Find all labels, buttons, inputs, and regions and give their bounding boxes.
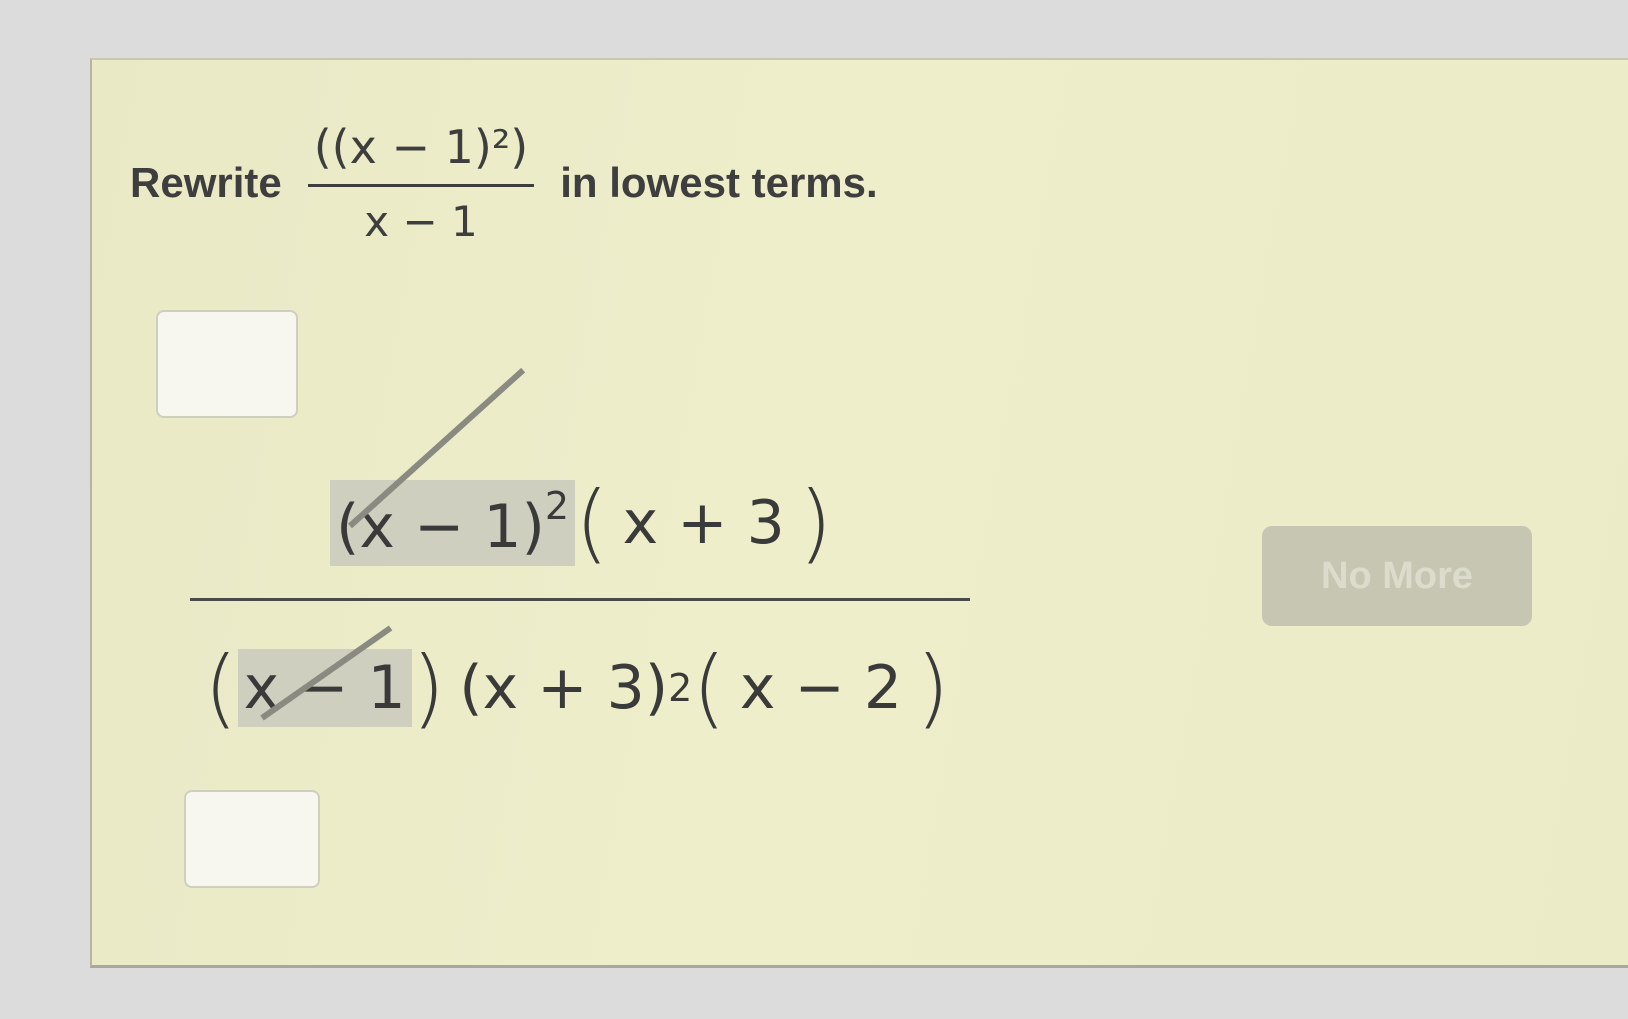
no-more-button[interactable]: No More xyxy=(1262,526,1532,626)
factored-denominator: ( x − 1 ) (x + 3) 2 ( x − 2 ) xyxy=(204,625,950,738)
prompt-prefix: Rewrite xyxy=(130,159,282,206)
close-paren: ) xyxy=(916,638,950,738)
given-denominator: x − 1 xyxy=(364,197,478,246)
denominator-factor-2: (x + 3) xyxy=(459,653,669,723)
question-prompt: Rewrite ((x − 1)²) x − 1 in lowest terms… xyxy=(130,88,878,278)
answer-input-top[interactable] xyxy=(156,310,298,418)
exponent: 2 xyxy=(668,666,693,710)
close-paren: ) xyxy=(798,473,833,573)
fraction-bar xyxy=(190,598,970,601)
exponent: 2 xyxy=(544,484,570,528)
factored-numerator: (x − 1)2 ( x + 3 ) xyxy=(330,367,833,573)
given-fraction: ((x − 1)²) x − 1 xyxy=(307,120,535,246)
open-paren: ( xyxy=(204,638,238,738)
open-paren: ( xyxy=(692,638,726,738)
denominator-factor-3: x − 2 xyxy=(739,653,903,723)
numerator-factor-2: x + 3 xyxy=(622,488,785,558)
close-paren: ) xyxy=(411,638,446,738)
factored-fraction: (x − 1)2 ( x + 3 ) ( x − 1 ) (x + 3) 2 ( … xyxy=(190,367,970,770)
cancelled-factor-denominator[interactable]: x − 1 xyxy=(237,625,412,727)
answer-input-bottom[interactable] xyxy=(184,790,320,888)
prompt-suffix: in lowest terms. xyxy=(560,159,878,206)
cancelled-factor-numerator[interactable]: (x − 1)2 xyxy=(330,367,576,566)
open-paren: ( xyxy=(575,473,609,573)
given-numerator: ((x − 1)²) xyxy=(313,120,529,174)
question-card: Rewrite ((x − 1)²) x − 1 in lowest terms… xyxy=(90,58,1628,968)
